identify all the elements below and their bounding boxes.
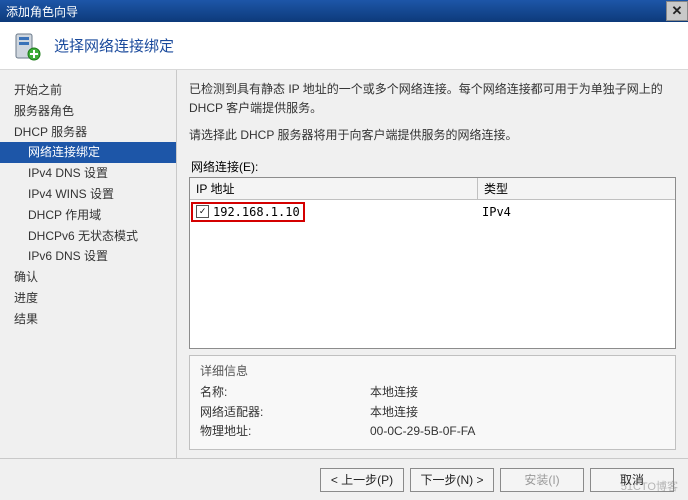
detail-mac-value: 00-0C-29-5B-0F-FA bbox=[370, 422, 475, 441]
table-header: IP 地址 类型 bbox=[190, 178, 675, 200]
wizard-steps-sidebar: 开始之前 服务器角色 DHCP 服务器 网络连接绑定 IPv4 DNS 设置 I… bbox=[0, 70, 176, 458]
detail-name-value: 本地连接 bbox=[370, 383, 418, 402]
detail-adapter-value: 本地连接 bbox=[370, 403, 418, 422]
install-button: 安装(I) bbox=[500, 468, 584, 492]
description-2: 请选择此 DHCP 服务器将用于向客户端提供服务的网络连接。 bbox=[189, 126, 676, 145]
detail-mac-label: 物理地址: bbox=[200, 422, 370, 441]
detail-adapter-label: 网络适配器: bbox=[200, 403, 370, 422]
step-ipv6-dns[interactable]: IPv6 DNS 设置 bbox=[0, 246, 176, 267]
step-before-begin[interactable]: 开始之前 bbox=[0, 80, 176, 101]
server-plus-icon bbox=[12, 30, 44, 62]
detail-name-row: 名称: 本地连接 bbox=[200, 383, 665, 402]
back-button[interactable]: < 上一步(P) bbox=[320, 468, 404, 492]
row-highlight: ✓ 192.168.1.10 bbox=[191, 202, 305, 222]
detail-mac-row: 物理地址: 00-0C-29-5B-0F-FA bbox=[200, 422, 665, 441]
step-network-binding[interactable]: 网络连接绑定 bbox=[0, 142, 176, 163]
step-ipv4-dns[interactable]: IPv4 DNS 设置 bbox=[0, 163, 176, 184]
details-heading: 详细信息 bbox=[200, 362, 665, 379]
col-ip-header[interactable]: IP 地址 bbox=[190, 178, 478, 199]
step-progress[interactable]: 进度 bbox=[0, 288, 176, 309]
step-server-roles[interactable]: 服务器角色 bbox=[0, 101, 176, 122]
row-ip-value: 192.168.1.10 bbox=[213, 205, 300, 219]
step-confirm[interactable]: 确认 bbox=[0, 267, 176, 288]
detail-adapter-row: 网络适配器: 本地连接 bbox=[200, 403, 665, 422]
detail-name-label: 名称: bbox=[200, 383, 370, 402]
details-panel: 详细信息 名称: 本地连接 网络适配器: 本地连接 物理地址: 00-0C-29… bbox=[189, 355, 676, 450]
row-checkbox[interactable]: ✓ bbox=[196, 205, 209, 218]
title-bar: 添加角色向导 ✕ bbox=[0, 0, 688, 22]
page-title: 选择网络连接绑定 bbox=[54, 35, 174, 56]
next-button[interactable]: 下一步(N) > bbox=[410, 468, 494, 492]
description-1: 已检测到具有静态 IP 地址的一个或多个网络连接。每个网络连接都可用于为单独子网… bbox=[189, 80, 676, 118]
wizard-footer: < 上一步(P) 下一步(N) > 安装(I) 取消 bbox=[0, 458, 688, 500]
col-type-header[interactable]: 类型 bbox=[478, 178, 675, 199]
cancel-button[interactable]: 取消 bbox=[590, 468, 674, 492]
wizard-header: 选择网络连接绑定 bbox=[0, 22, 688, 70]
step-result[interactable]: 结果 bbox=[0, 309, 176, 330]
table-row[interactable]: ✓ 192.168.1.10 IPv4 bbox=[190, 200, 675, 224]
step-dhcp-scope[interactable]: DHCP 作用域 bbox=[0, 205, 176, 226]
connections-table: IP 地址 类型 ✓ 192.168.1.10 IPv4 bbox=[189, 177, 676, 350]
row-type-value: IPv4 bbox=[482, 205, 671, 219]
connections-label: 网络连接(E): bbox=[191, 158, 676, 175]
close-button[interactable]: ✕ bbox=[666, 1, 688, 21]
step-dhcpv6-stateless[interactable]: DHCPv6 无状态模式 bbox=[0, 226, 176, 247]
wizard-content: 已检测到具有静态 IP 地址的一个或多个网络连接。每个网络连接都可用于为单独子网… bbox=[176, 70, 688, 458]
window-title: 添加角色向导 bbox=[6, 3, 78, 20]
step-dhcp-server[interactable]: DHCP 服务器 bbox=[0, 122, 176, 143]
wizard-body: 开始之前 服务器角色 DHCP 服务器 网络连接绑定 IPv4 DNS 设置 I… bbox=[0, 70, 688, 458]
step-ipv4-wins[interactable]: IPv4 WINS 设置 bbox=[0, 184, 176, 205]
